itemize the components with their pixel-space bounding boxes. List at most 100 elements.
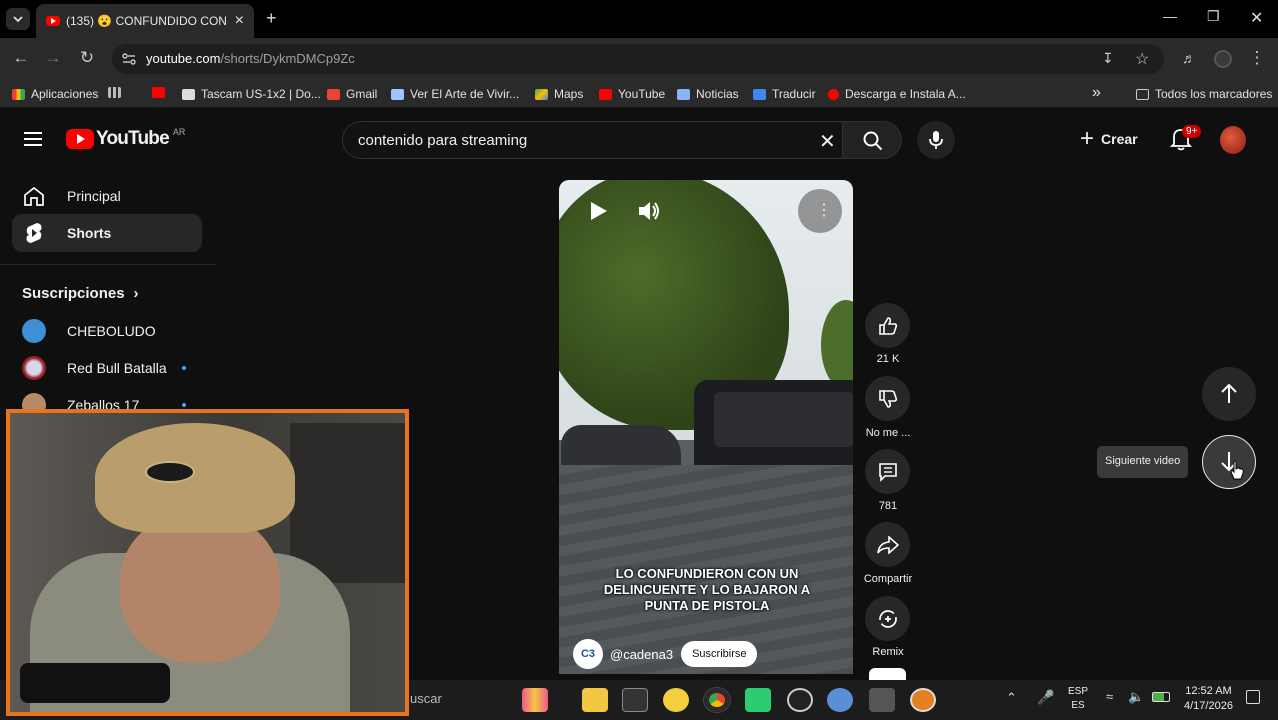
youtube-header: YouTube AR contenido para streaming ✕ + …: [0, 113, 1278, 169]
flowers-app-icon[interactable]: [522, 688, 548, 712]
grid-icon: [108, 87, 121, 98]
battery-icon[interactable]: [1152, 692, 1170, 702]
youtube-icon: [152, 87, 165, 98]
new-tab-button[interactable]: +: [266, 8, 277, 29]
short-video-player[interactable]: ⋮ LO CONFUNDIERON CON UN DELINCUENTE Y L…: [559, 180, 853, 674]
file-explorer-icon[interactable]: [582, 688, 608, 712]
bookmark-youtube-icon-only[interactable]: [152, 87, 171, 98]
comments-button[interactable]: [865, 449, 910, 494]
bookmark-traducir[interactable]: Traducir: [753, 87, 816, 101]
tab-search-button[interactable]: [6, 8, 30, 30]
channel-thumbnail-button[interactable]: [869, 668, 906, 680]
all-bookmarks[interactable]: Todos los marcadores: [1136, 87, 1272, 101]
bookmark-apps[interactable]: Aplicaciones: [12, 87, 98, 101]
play-icon[interactable]: [587, 200, 609, 222]
chrome-icon[interactable]: [704, 688, 730, 712]
browser-tab-active[interactable]: (135) 😮 CONFUNDIDO CON U ×: [36, 4, 254, 38]
forward-icon[interactable]: →: [42, 48, 64, 68]
bookmark-descarga[interactable]: Descarga e Instala A...: [828, 87, 966, 101]
bookmark-tascam[interactable]: Tascam US-1x2 | Do...: [182, 87, 321, 101]
tab-close-icon[interactable]: ×: [235, 12, 244, 30]
like-button[interactable]: [865, 303, 910, 348]
comment-icon: [878, 462, 897, 482]
bookmark-gmail[interactable]: Gmail: [327, 87, 377, 101]
share-button[interactable]: [865, 522, 910, 567]
search-input[interactable]: contenido para streaming ✕: [342, 121, 842, 159]
bookmark-arte-de-vivir[interactable]: Ver El Arte de Vivir...: [391, 87, 519, 101]
notification-center-icon[interactable]: [1246, 690, 1260, 704]
search-button[interactable]: [842, 121, 902, 159]
next-video-button[interactable]: [1202, 435, 1256, 489]
address-bar[interactable]: youtube.com/shorts/DykmDMCp9Zc ↧ ☆: [112, 44, 1164, 74]
webcam-overlay: [6, 409, 409, 716]
bookmarks-overflow-icon[interactable]: »: [1092, 84, 1101, 102]
channel-item[interactable]: Red Bull Batalla: [22, 355, 186, 381]
video-options-button[interactable]: ⋮: [798, 189, 842, 233]
subscribe-button[interactable]: Suscribirse: [681, 641, 758, 667]
back-icon[interactable]: ←: [10, 48, 32, 68]
tascam-icon: [182, 88, 195, 100]
close-window-icon[interactable]: ✕: [1250, 8, 1263, 28]
hamburger-menu-icon[interactable]: [24, 131, 44, 147]
sidebar-item-principal[interactable]: Principal: [12, 177, 202, 215]
maps-icon: [535, 88, 548, 100]
tab-title: (135) 😮 CONFUNDIDO CON U: [66, 14, 229, 28]
like-count: 21 K: [876, 353, 900, 365]
youtube-logo[interactable]: YouTube AR: [66, 127, 185, 150]
site-info-icon[interactable]: [121, 52, 137, 66]
chat-app-icon[interactable]: [745, 688, 771, 712]
chevron-down-icon: [13, 16, 23, 23]
shorts-icon: [26, 223, 42, 243]
bookmark-noticias[interactable]: Noticias: [677, 87, 739, 101]
notification-badge: 9+: [1182, 125, 1202, 138]
bookmark-youtube[interactable]: YouTube: [599, 87, 665, 101]
search-query: contenido para streaming: [358, 132, 528, 149]
audio-app-icon[interactable]: [869, 688, 895, 712]
volume-icon[interactable]: [637, 199, 661, 223]
install-app-icon[interactable]: ↧: [1102, 50, 1114, 67]
tray-microphone-icon[interactable]: 🎤: [1037, 689, 1054, 706]
channel-avatar[interactable]: C3: [573, 639, 603, 669]
language-indicator[interactable]: ESP ES: [1068, 685, 1088, 713]
profile-avatar[interactable]: [1214, 50, 1232, 68]
media-controls-icon[interactable]: ♬: [1178, 50, 1200, 66]
restore-icon[interactable]: ❐: [1207, 8, 1220, 25]
minimize-icon[interactable]: —: [1163, 8, 1177, 24]
tray-overflow-icon[interactable]: ⌃: [1006, 690, 1017, 706]
sidebar-item-shorts[interactable]: Shorts: [12, 214, 202, 252]
cap-logo-icon: [145, 461, 195, 483]
chevron-right-icon: ›: [133, 285, 139, 302]
account-avatar[interactable]: [1220, 126, 1246, 154]
remix-label: Remix: [872, 646, 904, 658]
reload-icon[interactable]: ↻: [76, 48, 98, 68]
clear-search-icon[interactable]: ✕: [819, 129, 836, 154]
bookmark-maps[interactable]: Maps: [535, 87, 583, 101]
browser-toolbar: ← → ↻ youtube.com/shorts/DykmDMCp9Zc ↧ ☆…: [0, 38, 1278, 80]
create-button[interactable]: + Crear: [1080, 127, 1138, 151]
sidebar-divider: [0, 264, 216, 265]
bookmarks-bar: Aplicaciones Tascam US-1x2 | Do... Gmail…: [0, 80, 1278, 108]
obs-icon[interactable]: [787, 688, 813, 712]
webcam-person-cap: [95, 423, 295, 533]
channel-item[interactable]: CHEBOLUDO: [22, 318, 156, 344]
settings-icon[interactable]: [827, 688, 853, 712]
system-clock[interactable]: 12:52 AM 4/17/2026: [1184, 684, 1233, 714]
speaker-icon[interactable]: 🔈: [1128, 689, 1144, 705]
character-app-icon[interactable]: [663, 688, 689, 712]
dislike-button[interactable]: [865, 376, 910, 421]
url-text: youtube.com/shorts/DykmDMCp9Zc: [146, 51, 355, 66]
bookmark-star-icon[interactable]: ☆: [1135, 49, 1149, 69]
game-app-icon[interactable]: [622, 688, 648, 712]
wifi-icon[interactable]: ≈: [1106, 689, 1113, 704]
short-channel-handle[interactable]: @cadena3: [610, 647, 673, 662]
bookmark-grid[interactable]: [108, 87, 127, 98]
subscriptions-heading[interactable]: Suscripciones ›: [22, 285, 139, 302]
youtube-favicon-icon: [46, 16, 60, 26]
taskbar-search-text[interactable]: uscar: [410, 691, 442, 706]
chrome-menu-icon[interactable]: ⋮: [1246, 48, 1268, 68]
previous-video-button[interactable]: [1202, 367, 1256, 421]
remix-button[interactable]: [865, 596, 910, 641]
media-player-icon[interactable]: [910, 688, 936, 712]
notifications-button[interactable]: 9+: [1169, 125, 1202, 153]
voice-search-button[interactable]: [917, 121, 955, 159]
